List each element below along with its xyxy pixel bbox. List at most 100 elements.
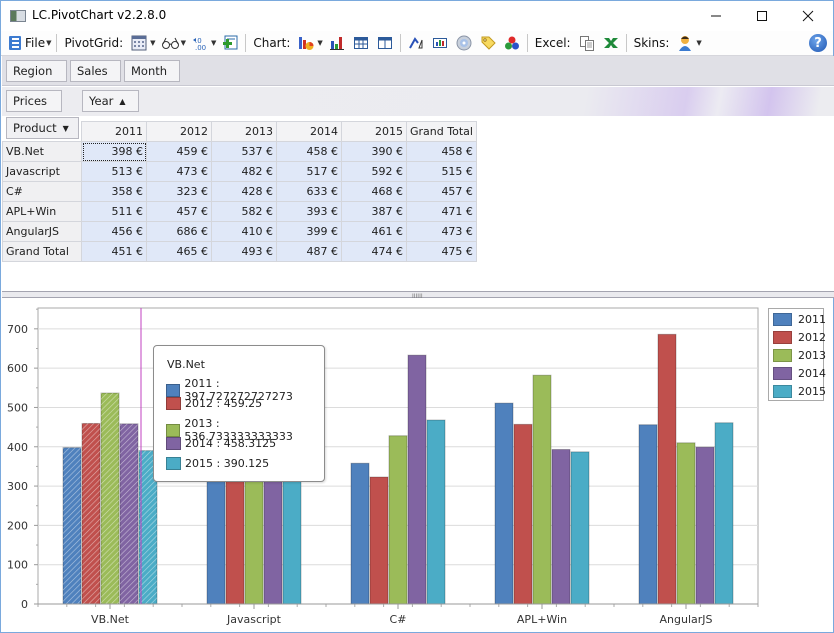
app-window: LC.PivotChart v2.2.8.0 File ▼ PivotGrid:…	[0, 0, 834, 633]
filter-field-region[interactable]: Region	[6, 60, 67, 82]
splitter-handle[interactable]: IIIIII	[2, 291, 834, 300]
legend-swatch	[773, 331, 792, 344]
row-header[interactable]: APL+Win	[2, 201, 82, 222]
grand-total-cell[interactable]: 473 €	[406, 221, 477, 242]
column-header[interactable]: 2013	[211, 121, 277, 142]
table-cell[interactable]: 451 €	[81, 241, 147, 262]
column-header[interactable]: 2012	[146, 121, 212, 142]
grand-total-cell[interactable]: 458 €	[406, 141, 477, 162]
table-cell[interactable]: 473 €	[146, 161, 212, 182]
table-row: C# 358 €323 €428 €633 €468 €457 €	[2, 181, 477, 202]
tag-button[interactable]	[476, 32, 500, 54]
chart-type-button[interactable]: ▼	[294, 32, 324, 54]
grand-total-cell[interactable]: 475 €	[406, 241, 477, 262]
table-cell[interactable]: 537 €	[211, 141, 277, 162]
table-cell[interactable]: 592 €	[341, 161, 407, 182]
grand-total-cell[interactable]: 515 €	[406, 161, 477, 182]
table-cell[interactable]: 474 €	[341, 241, 407, 262]
bar-2011	[494, 402, 514, 605]
table-row: AngularJS 456 €686 €410 €399 €461 €473 €	[2, 221, 477, 242]
table-cell[interactable]: 390 €	[341, 141, 407, 162]
grand-total-cell[interactable]: 457 €	[406, 181, 477, 202]
rotate-axes-button[interactable]	[404, 32, 428, 54]
legend-swatch	[773, 313, 792, 326]
chart-labels-button[interactable]	[428, 32, 452, 54]
table-cell[interactable]: 582 €	[211, 201, 277, 222]
row-header[interactable]: VB.Net	[2, 141, 82, 162]
table-cell[interactable]: 457 €	[146, 201, 212, 222]
tooltip-swatch	[166, 437, 181, 450]
legend-item[interactable]: 2011	[773, 313, 826, 326]
table-cell[interactable]: 461 €	[341, 221, 407, 242]
split-view-button[interactable]	[373, 32, 397, 54]
table-cell[interactable]: 358 €	[81, 181, 147, 202]
help-button[interactable]: ?	[809, 34, 827, 52]
row-header[interactable]: C#	[2, 181, 82, 202]
file-menu-button[interactable]: File ▼	[3, 32, 53, 54]
excel-export-button[interactable]	[599, 32, 623, 54]
table-cell[interactable]: 393 €	[276, 201, 342, 222]
bar-2012	[513, 423, 533, 605]
file-icon	[7, 35, 23, 51]
legend-item[interactable]: 2012	[773, 331, 826, 344]
grand-total-cell[interactable]: 471 €	[406, 201, 477, 222]
table-cell[interactable]: 456 €	[81, 221, 147, 242]
table-cell[interactable]: 428 €	[211, 181, 277, 202]
column-field-year[interactable]: Year ▲	[82, 90, 139, 112]
palette-button[interactable]	[500, 32, 524, 54]
legend-item[interactable]: 2013	[773, 349, 826, 362]
tag-icon	[480, 35, 496, 51]
column-header[interactable]: 2014	[276, 121, 342, 142]
skins-button[interactable]: ▼	[673, 32, 703, 54]
close-button[interactable]	[785, 1, 831, 31]
table-cell[interactable]: 633 €	[276, 181, 342, 202]
legend-item[interactable]: 2014	[773, 367, 826, 380]
table-cell[interactable]: 398 €	[81, 141, 147, 162]
table-cell[interactable]: 493 €	[211, 241, 277, 262]
chart-labels-icon	[432, 35, 448, 51]
tooltip-swatch	[166, 383, 181, 397]
maximize-button[interactable]	[739, 1, 785, 31]
grand-total-row: Grand Total 451 €465 €493 €487 €474 €475 …	[2, 241, 477, 262]
row-header[interactable]: AngularJS	[2, 221, 82, 242]
filter-field-sales[interactable]: Sales	[70, 60, 121, 82]
table-cell[interactable]: 465 €	[146, 241, 212, 262]
copy-button[interactable]	[575, 32, 599, 54]
disc-icon	[456, 35, 472, 51]
table-cell[interactable]: 511 €	[81, 201, 147, 222]
row-header[interactable]: Javascript	[2, 161, 82, 182]
table-cell[interactable]: 468 €	[341, 181, 407, 202]
table-view-button[interactable]	[349, 32, 373, 54]
grid-format-button[interactable]: ▼	[127, 32, 157, 54]
table-cell[interactable]: 387 €	[341, 201, 407, 222]
disc-button[interactable]	[452, 32, 476, 54]
column-header[interactable]: 2015	[341, 121, 407, 142]
table-cell[interactable]: 482 €	[211, 161, 277, 182]
tooltip-row: 2012 : 459.25	[166, 397, 262, 410]
column-header[interactable]: 2011	[81, 121, 147, 142]
x-tick-label: APL+Win	[517, 613, 567, 626]
table-row: Javascript 513 €473 €482 €517 €592 €515 €	[2, 161, 477, 182]
view-options-button[interactable]: ▼	[158, 32, 188, 54]
row-header[interactable]: Grand Total	[2, 241, 82, 262]
table-cell[interactable]: 458 €	[276, 141, 342, 162]
decimal-format-button[interactable]: .0.00 ▼	[188, 32, 218, 54]
legend-label: 2013	[798, 349, 826, 362]
table-cell[interactable]: 487 €	[276, 241, 342, 262]
rotate-axes-icon	[408, 35, 424, 51]
table-cell[interactable]: 459 €	[146, 141, 212, 162]
minimize-button[interactable]	[693, 1, 739, 31]
filter-field-month[interactable]: Month	[124, 60, 180, 82]
column-header-grand-total[interactable]: Grand Total	[406, 121, 477, 142]
add-field-button[interactable]	[218, 32, 242, 54]
table-cell[interactable]: 686 €	[146, 221, 212, 242]
data-field-prices[interactable]: Prices	[6, 90, 62, 112]
table-cell[interactable]: 517 €	[276, 161, 342, 182]
legend-item[interactable]: 2015	[773, 385, 826, 398]
table-cell[interactable]: 323 €	[146, 181, 212, 202]
table-cell[interactable]: 399 €	[276, 221, 342, 242]
bar-chart-button[interactable]	[325, 32, 349, 54]
table-cell[interactable]: 410 €	[211, 221, 277, 242]
table-cell[interactable]: 513 €	[81, 161, 147, 182]
legend-label: 2011	[798, 313, 826, 326]
